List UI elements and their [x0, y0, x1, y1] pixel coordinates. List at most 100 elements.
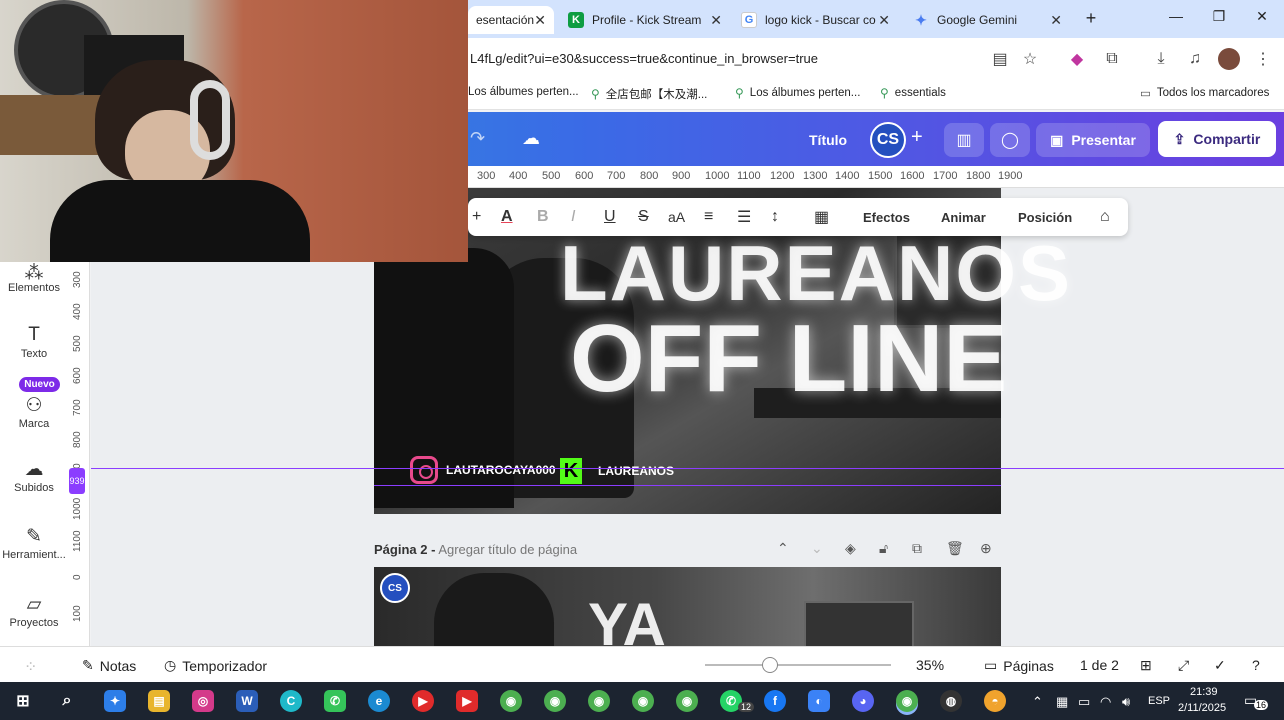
copilot-icon[interactable]: ✦	[104, 690, 126, 712]
tab-presentacion[interactable]: esentación ✕	[468, 6, 554, 34]
sidebar-item-elementos[interactable]: ⁂ Elementos	[0, 262, 68, 294]
url-field[interactable]: L4fLg/edit?ui=e30&success=true&continue_…	[470, 51, 818, 66]
sidebar-item-subidos[interactable]: ☁ Subidos	[0, 458, 68, 494]
paginas-button[interactable]: ▭ Páginas	[984, 657, 1054, 674]
restore-icon[interactable]: ❐	[1208, 8, 1230, 25]
tray-chevron-up-icon[interactable]: ⌃	[1032, 694, 1043, 710]
grid-view-icon[interactable]: ⊞	[1140, 657, 1152, 674]
chrome-icon[interactable]: ◉	[588, 690, 610, 712]
chevron-down-icon[interactable]: ⌄	[811, 540, 823, 557]
temporizador-button[interactable]: ◷ Temporizador	[164, 657, 267, 674]
hide-page-icon[interactable]: ◈	[845, 540, 856, 557]
canva-app-icon[interactable]: C	[280, 690, 302, 712]
bookmark-item[interactable]: ⚲ Los álbumes perten...	[735, 86, 860, 100]
chrome-icon[interactable]: ◉	[500, 690, 522, 712]
volume-icon[interactable]: 🔊︎	[1122, 694, 1130, 710]
cloud-save-icon[interactable]: ☁	[522, 128, 540, 149]
close-tab-icon[interactable]: ✕	[534, 12, 546, 29]
fullscreen-icon[interactable]: ⤢	[1178, 657, 1189, 674]
chevron-up-icon[interactable]: ⌃	[777, 540, 789, 557]
headline-offline[interactable]: OFF LINE	[570, 304, 1007, 414]
paint-format-icon[interactable]: ⌂	[1100, 207, 1110, 227]
clock-date[interactable]: 2/11/2025	[1178, 702, 1226, 714]
zoom-slider[interactable]	[705, 657, 891, 673]
chrome-icon[interactable]: ◉	[676, 690, 698, 712]
italic-icon[interactable]: I	[571, 207, 575, 227]
search-icon[interactable]: ⌕	[56, 690, 78, 712]
tab-kick-profile[interactable]: K Profile - Kick Stream ✕	[560, 6, 730, 34]
chrome-active-icon[interactable]: ◉	[896, 690, 918, 712]
youtube-icon[interactable]: ▶	[456, 690, 478, 712]
add-page-icon[interactable]: ⊕	[980, 540, 992, 557]
design-title[interactable]: Título	[809, 132, 847, 148]
chrome-icon[interactable]: ◉	[544, 690, 566, 712]
instagram-handle[interactable]: LAUTAROCAYA000	[410, 456, 556, 484]
close-tab-icon[interactable]: ✕	[1050, 12, 1062, 29]
edge-icon[interactable]: e	[368, 690, 390, 712]
windows-start-icon[interactable]: ⊞	[12, 690, 34, 712]
tray-app-icon[interactable]: ◓	[984, 690, 1006, 712]
kick-handle[interactable]: K LAUREANOS	[560, 458, 674, 484]
help-icon[interactable]: ?	[1252, 657, 1260, 673]
new-tab-icon[interactable]: +	[1080, 8, 1102, 29]
align-center-icon[interactable]: ≡	[704, 207, 713, 227]
profile-avatar-icon[interactable]	[1218, 48, 1240, 70]
sidebar-item-texto[interactable]: T Texto	[0, 324, 68, 360]
compartir-button[interactable]: ⇪ Compartir	[1158, 121, 1276, 157]
chrome-icon[interactable]: ◉	[632, 690, 654, 712]
text-case-icon[interactable]: aA	[668, 207, 685, 227]
sidebar-item-marca[interactable]: ⚇ Marca	[0, 394, 68, 430]
design-page-2[interactable]	[374, 567, 1001, 646]
all-bookmarks-folder[interactable]: ▭ Todos los marcadores	[1140, 86, 1269, 100]
star-bookmark-icon[interactable]: ☆	[1019, 48, 1041, 70]
close-tab-icon[interactable]: ✕	[878, 12, 890, 29]
discord-icon[interactable]: ◕	[852, 690, 874, 712]
file-explorer-icon[interactable]: ▤	[148, 690, 170, 712]
phone-app-icon[interactable]: ✆	[324, 690, 346, 712]
bold-icon[interactable]: B	[537, 207, 549, 227]
app-icon[interactable]: ◐	[808, 690, 830, 712]
insights-chart-icon[interactable]: ▥	[944, 123, 984, 157]
redo-icon[interactable]: ↷	[470, 128, 485, 149]
word-icon[interactable]: W	[236, 690, 258, 712]
minimize-icon[interactable]: —	[1165, 8, 1187, 24]
instagram-app-icon[interactable]: ◎	[192, 690, 214, 712]
check-icon[interactable]: ✓	[1214, 657, 1226, 674]
user-avatar[interactable]: CS	[870, 122, 906, 158]
bookmark-item[interactable]: ⚲ 全店包邮【木及潮...	[591, 86, 707, 102]
spacing-icon[interactable]: ↕	[771, 207, 779, 227]
transparency-icon[interactable]: ▦	[814, 207, 829, 227]
media-control-icon[interactable]: ♫	[1184, 48, 1206, 70]
extension-diamond-icon[interactable]: ◆	[1066, 48, 1088, 70]
text-color-icon[interactable]: A	[501, 207, 513, 227]
presentar-button[interactable]: ▣ Presentar	[1036, 123, 1150, 157]
close-tab-icon[interactable]: ✕	[710, 12, 722, 29]
menu-dots-icon[interactable]: ⋮	[1252, 48, 1274, 70]
strikethrough-icon[interactable]: S	[638, 207, 649, 227]
tray-icon[interactable]: ▦	[1056, 694, 1068, 710]
wifi-icon[interactable]: ◠	[1100, 694, 1111, 710]
media-player-icon[interactable]: ▶	[412, 690, 434, 712]
bookmark-item[interactable]: Los álbumes perten...	[468, 86, 579, 98]
language-indicator[interactable]: ESP	[1148, 695, 1170, 707]
add-page-title[interactable]: Agregar título de página	[438, 542, 577, 557]
zoom-value[interactable]: 35%	[916, 657, 944, 673]
delete-icon[interactable]: 🗑︎	[946, 540, 964, 557]
download-icon[interactable]: ⤓	[1150, 48, 1172, 70]
zoom-slider-handle[interactable]	[762, 657, 779, 673]
posicion-button[interactable]: Posición	[1018, 207, 1072, 227]
add-collaborator-icon[interactable]: +	[911, 126, 923, 149]
sidebar-item-proyectos[interactable]: ▱ Proyectos	[0, 593, 68, 629]
window-close-icon[interactable]: ✕	[1251, 8, 1273, 25]
comment-icon[interactable]: ◯	[990, 123, 1030, 157]
underline-icon[interactable]: U	[604, 207, 616, 227]
facebook-icon[interactable]: f	[764, 690, 786, 712]
obs-icon[interactable]: ◍	[940, 690, 962, 712]
notas-button[interactable]: ✎ Notas	[82, 657, 136, 674]
puzzle-extensions-icon[interactable]: ⧉	[1101, 48, 1123, 70]
grid-dots-icon[interactable]: ⁘	[24, 657, 37, 677]
tab-google-search[interactable]: G logo kick - Buscar co ✕	[733, 6, 898, 34]
network-icon[interactable]: ▭	[1078, 694, 1090, 710]
list-icon[interactable]: ☰	[737, 207, 751, 227]
animar-button[interactable]: Animar	[941, 207, 986, 227]
